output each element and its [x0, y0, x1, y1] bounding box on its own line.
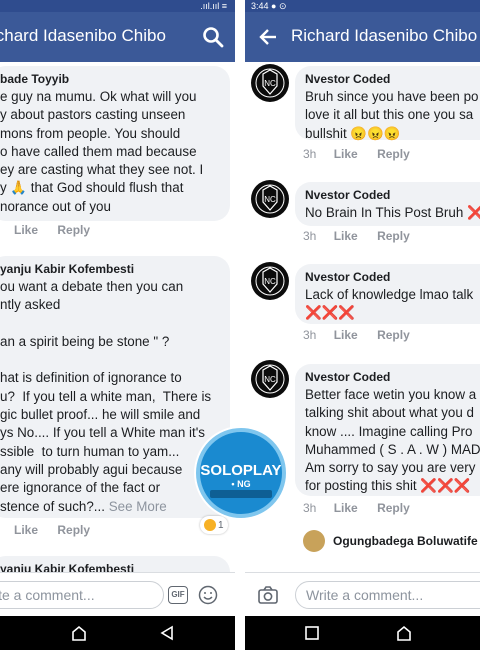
- comment-text: No Brain In This Post Bruh ❌: [305, 205, 480, 220]
- signal-status: .ııl.ııl ≡: [200, 1, 227, 11]
- reply-button[interactable]: Reply: [377, 501, 410, 515]
- svg-text:NC: NC: [264, 195, 276, 204]
- divider: [235, 0, 245, 650]
- avatar[interactable]: NC: [251, 360, 289, 398]
- avatar[interactable]: NC: [251, 180, 289, 218]
- back-arrow-icon[interactable]: [257, 26, 279, 48]
- see-more-link[interactable]: See More: [105, 499, 167, 514]
- comment-author[interactable]: Nvestor Coded: [305, 270, 480, 284]
- comment-bubble[interactable]: Nvestor Coded No Brain In This Post Bruh…: [295, 182, 480, 226]
- comment-author[interactable]: bade Toyyib: [0, 72, 220, 86]
- clock-status: 3:44 ● ⊙: [251, 1, 287, 11]
- comment-text: Bruh since you have been po love it all …: [305, 89, 479, 141]
- like-button[interactable]: Like: [14, 523, 38, 537]
- comment-actions: Like Reply: [14, 523, 106, 537]
- comment-composer: ite a comment... GIF: [0, 572, 235, 616]
- reply-button[interactable]: Reply: [377, 229, 410, 243]
- app-bar: Richard Idasenibo Chibo: [245, 12, 480, 62]
- gif-button[interactable]: GIF: [168, 586, 188, 604]
- comment-actions: 3h Like Reply: [303, 328, 426, 342]
- system-nav-bar: [0, 616, 235, 650]
- camera-icon[interactable]: [257, 584, 279, 606]
- status-bar: .ııl.ııl ≡: [0, 0, 235, 12]
- haha-reaction-icon: [204, 519, 216, 531]
- reply-button[interactable]: Reply: [57, 523, 90, 537]
- avatar[interactable]: [303, 530, 325, 552]
- comment-bubble[interactable]: bade Toyyib e guy na mumu. Ok what will …: [0, 66, 230, 221]
- page-title: ichard Idasenibo Chibo: [0, 26, 166, 45]
- soloplay-watermark-logo: SOLOPLAY • NG: [196, 428, 286, 518]
- comment-time: 3h: [303, 501, 317, 515]
- nvestor-logo-icon: NC: [255, 68, 285, 98]
- comment-input[interactable]: ite a comment...: [0, 581, 164, 609]
- comment-author[interactable]: yanju Kabir Kofembesti: [0, 562, 220, 572]
- status-bar: 3:44 ● ⊙: [245, 0, 480, 12]
- reply-preview-author[interactable]: Ogungbadega Boluwatife M: [333, 534, 480, 548]
- reply-button[interactable]: Reply: [377, 147, 410, 161]
- comment-text: Lack of knowledge lmao talk ❌❌❌: [305, 287, 474, 321]
- back-nav-icon[interactable]: [158, 624, 176, 642]
- comment-text: ou want a debate then you can ntly asked…: [0, 278, 220, 516]
- watermark-title: SOLOPLAY: [200, 462, 282, 479]
- svg-text:NC: NC: [264, 277, 276, 286]
- nvestor-logo-icon: NC: [255, 266, 285, 296]
- comment-text: Better face wetin you know a talking shi…: [305, 387, 480, 494]
- reply-button[interactable]: Reply: [57, 223, 90, 237]
- svg-text:NC: NC: [264, 375, 276, 384]
- avatar[interactable]: NC: [251, 64, 289, 102]
- reaction-badge[interactable]: 1: [200, 516, 228, 534]
- comment-author[interactable]: Nvestor Coded: [305, 370, 480, 384]
- recent-apps-icon[interactable]: [303, 624, 321, 642]
- page-title: Richard Idasenibo Chibo: [291, 26, 478, 45]
- comment-time: 3h: [303, 328, 317, 342]
- like-button[interactable]: Like: [334, 229, 358, 243]
- comment-actions: 3h Like Reply: [303, 147, 426, 161]
- comment-actions: 3h Like Reply: [303, 229, 426, 243]
- reply-button[interactable]: Reply: [377, 328, 410, 342]
- reaction-count: 1: [218, 519, 224, 531]
- comment-list: bade Toyyib e guy na mumu. Ok what will …: [0, 62, 235, 572]
- comment-author[interactable]: yanju Kabir Kofembesti: [0, 262, 220, 276]
- comment-actions: Like Reply: [14, 223, 106, 237]
- comment-text: e guy na mumu. Ok what will you y about …: [0, 89, 204, 214]
- comment-actions: 3h Like Reply: [303, 501, 426, 515]
- nvestor-logo-icon: NC: [255, 184, 285, 214]
- comment-author[interactable]: Nvestor Coded: [305, 188, 480, 202]
- comment-input[interactable]: Write a comment...: [295, 581, 480, 609]
- watermark-url-bar: [210, 490, 272, 498]
- home-icon[interactable]: [70, 624, 88, 642]
- like-button[interactable]: Like: [334, 328, 358, 342]
- like-button[interactable]: Like: [14, 223, 38, 237]
- comment-bubble[interactable]: yanju Kabir Kofembesti: [0, 556, 230, 572]
- system-nav-bar: [245, 616, 480, 650]
- app-bar: ichard Idasenibo Chibo: [0, 12, 235, 62]
- comment-bubble[interactable]: Nvestor Coded Better face wetin you know…: [295, 364, 480, 496]
- comment-time: 3h: [303, 229, 317, 243]
- emoji-icon[interactable]: [198, 585, 218, 605]
- comment-bubble[interactable]: Nvestor Coded Lack of knowledge lmao tal…: [295, 264, 480, 324]
- avatar[interactable]: NC: [251, 262, 289, 300]
- comment-time: 3h: [303, 147, 317, 161]
- right-screenshot: 3:44 ● ⊙ Richard Idasenibo Chibo NC Nves…: [245, 0, 480, 650]
- comment-bubble[interactable]: Nvestor Coded Bruh since you have been p…: [295, 66, 480, 141]
- like-button[interactable]: Like: [334, 501, 358, 515]
- watermark-subtitle: • NG: [231, 479, 251, 489]
- nvestor-logo-icon: NC: [255, 364, 285, 394]
- comment-author[interactable]: Nvestor Coded: [305, 72, 480, 86]
- comment-composer: Write a comment...: [245, 572, 480, 616]
- comment-list: NC Nvestor Coded Bruh since you have bee…: [245, 62, 480, 572]
- svg-text:NC: NC: [264, 79, 276, 88]
- home-icon[interactable]: [395, 624, 413, 642]
- search-icon[interactable]: [201, 25, 225, 49]
- comment-text-body: ou want a debate then you can ntly asked…: [0, 279, 212, 514]
- left-screenshot: .ııl.ııl ≡ ichard Idasenibo Chibo bade T…: [0, 0, 235, 650]
- like-button[interactable]: Like: [334, 147, 358, 161]
